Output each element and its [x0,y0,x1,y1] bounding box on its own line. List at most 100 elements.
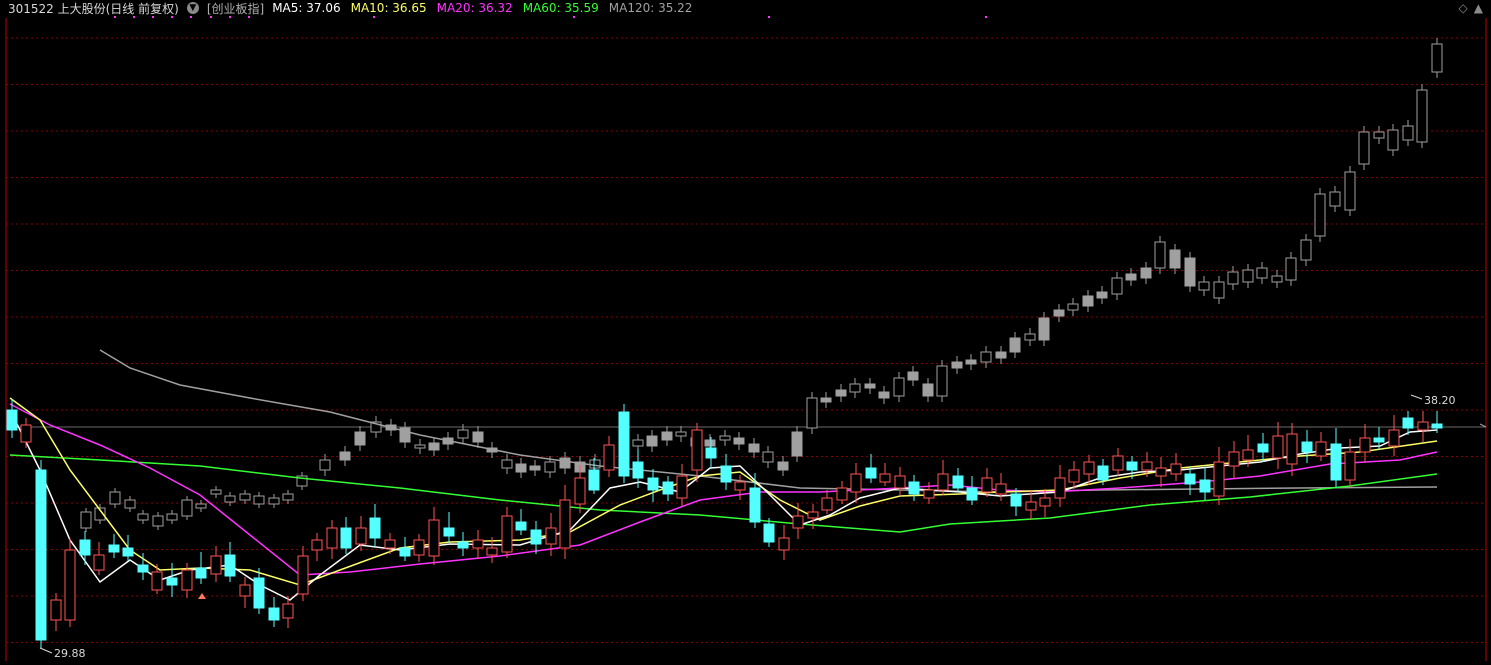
candle-down[interactable] [166,577,178,586]
candle-down[interactable] [1431,423,1443,429]
candle-down[interactable] [122,547,134,557]
candle-down[interactable] [1199,479,1211,493]
candle-up[interactable] [603,444,615,471]
candle-up[interactable] [1213,461,1225,497]
candle-down[interactable] [515,521,527,531]
candle-up[interactable] [326,527,338,549]
candle-down[interactable] [340,527,352,549]
candle-up[interactable] [821,497,833,511]
candle-down[interactable] [618,411,630,477]
candle-down[interactable] [1402,417,1414,429]
candle-up[interactable] [676,475,688,499]
candle-down[interactable] [1010,493,1022,507]
candle-up[interactable] [894,475,906,489]
candle-down[interactable] [1301,441,1313,453]
candle-up[interactable] [1141,461,1153,471]
candle-up[interactable] [1272,435,1284,459]
candle-down[interactable] [1330,443,1342,481]
collapse-triangle-icon[interactable]: ▲ [1474,1,1483,15]
candle-up[interactable] [545,527,557,545]
candle-up[interactable] [836,487,848,501]
candle-up[interactable] [20,424,32,443]
candle-down[interactable] [1097,465,1109,481]
candle-down[interactable] [6,409,18,431]
candle-up[interactable] [1083,461,1095,475]
candle-up[interactable] [792,515,804,529]
candle-up[interactable] [1155,467,1167,477]
candle-up[interactable] [734,481,746,491]
candle-up[interactable] [428,519,440,557]
candle-down[interactable] [662,481,674,495]
candle-down[interactable] [865,467,877,479]
candle-down[interactable] [908,481,920,495]
candle-up[interactable] [181,569,193,591]
candle-up[interactable] [995,483,1007,495]
candle-up[interactable] [151,571,163,591]
candle-down[interactable] [224,554,236,577]
candle-up[interactable] [981,477,993,493]
candle-up[interactable] [64,549,76,621]
candle-down[interactable] [749,487,761,523]
candle-up[interactable] [486,547,498,556]
candle-up[interactable] [850,473,862,493]
candle-down[interactable] [195,567,207,579]
candle-down[interactable] [79,539,91,556]
candle-up[interactable] [1388,429,1400,447]
candle-up[interactable] [937,473,949,491]
candle-down[interactable] [443,527,455,537]
candle-down[interactable] [647,477,659,491]
candle-up[interactable] [1344,451,1356,481]
candle-up[interactable] [1112,455,1124,471]
candle-up[interactable] [50,599,62,621]
candle-down[interactable] [253,577,265,609]
candle-up[interactable] [355,527,367,545]
candle-down[interactable] [530,529,542,545]
candle-up[interactable] [691,429,703,471]
dropdown-icon[interactable]: ▼ [186,2,199,14]
candle-up[interactable] [1025,501,1037,511]
candle-up[interactable] [574,477,586,505]
candle-up[interactable] [1228,451,1240,467]
candle-down[interactable] [588,469,600,491]
candle-up[interactable] [93,554,105,571]
candle-down[interactable] [1373,437,1385,443]
candle-up[interactable] [1039,497,1051,507]
candle-up[interactable] [1054,477,1066,499]
candle-up[interactable] [807,511,819,519]
candle-up[interactable] [1359,437,1371,453]
candle-down[interactable] [1257,443,1269,453]
candle-up[interactable] [1068,469,1080,483]
candle-down[interactable] [137,564,149,573]
candle-up[interactable] [1242,449,1254,461]
candle-down[interactable] [35,469,47,641]
candle-down[interactable] [369,517,381,539]
candle-up[interactable] [1170,463,1182,475]
candle-up[interactable] [879,473,891,483]
candle-up[interactable] [384,539,396,549]
candle-up[interactable] [1315,441,1327,457]
candle-down[interactable] [399,547,411,557]
candle-down[interactable] [952,475,964,489]
candle-up[interactable] [210,555,222,575]
candle-down[interactable] [108,544,120,553]
candle-down[interactable] [763,523,775,543]
candle-up[interactable] [297,555,309,595]
candle-up[interactable] [472,539,484,549]
candle-down[interactable] [632,461,644,479]
candle-down[interactable] [1184,473,1196,485]
candle-up[interactable] [1286,433,1298,465]
candle-down[interactable] [705,447,717,459]
candle-up[interactable] [1417,421,1429,431]
candle-up[interactable] [311,539,323,551]
chart-canvas[interactable]: 38.20 29.88 [0,0,1491,661]
kline-chart[interactable]: 38.20 29.88 301522 上大股份(日线 前复权) ▼ [创业板指]… [0,0,1491,661]
candle-up[interactable] [923,489,935,499]
candle-up[interactable] [559,499,571,549]
candle-down[interactable] [1126,461,1138,471]
index-overlay-label[interactable]: [创业板指] [207,0,264,17]
candle-up[interactable] [239,584,251,597]
candle-up[interactable] [778,537,790,551]
candle-down[interactable] [966,487,978,501]
candle-up[interactable] [413,539,425,556]
candle-down[interactable] [720,465,732,483]
